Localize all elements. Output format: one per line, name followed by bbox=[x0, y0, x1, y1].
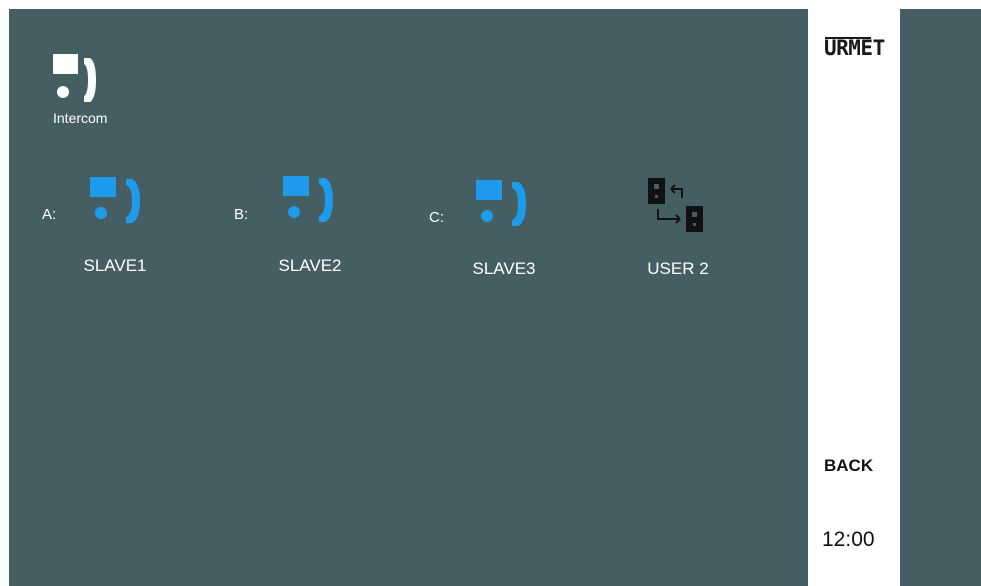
slave1-intercom-icon[interactable] bbox=[88, 175, 144, 227]
slot-a-letter: A: bbox=[42, 206, 57, 223]
right-border bbox=[900, 9, 981, 586]
sidebar: URMET BACK 12:00 bbox=[808, 0, 900, 586]
slave3-intercom-icon[interactable] bbox=[474, 178, 530, 230]
page-title: Intercom bbox=[53, 110, 108, 126]
user-switch-label[interactable]: USER 2 bbox=[618, 259, 738, 279]
slave2-intercom-icon[interactable] bbox=[281, 174, 337, 226]
slave2-label[interactable]: SLAVE2 bbox=[250, 256, 370, 276]
back-button[interactable]: BACK bbox=[824, 456, 873, 476]
intercom-title-icon bbox=[50, 52, 100, 108]
clock: 12:00 bbox=[822, 528, 875, 551]
slave1-label[interactable]: SLAVE1 bbox=[55, 256, 175, 276]
slot-b-letter: B: bbox=[234, 206, 249, 223]
slot-c-letter: C: bbox=[429, 209, 444, 226]
slave3-label[interactable]: SLAVE3 bbox=[444, 259, 564, 279]
main-screen bbox=[9, 9, 808, 586]
brand-logo: URMET bbox=[824, 36, 885, 60]
user-switch-icon[interactable] bbox=[646, 176, 708, 236]
